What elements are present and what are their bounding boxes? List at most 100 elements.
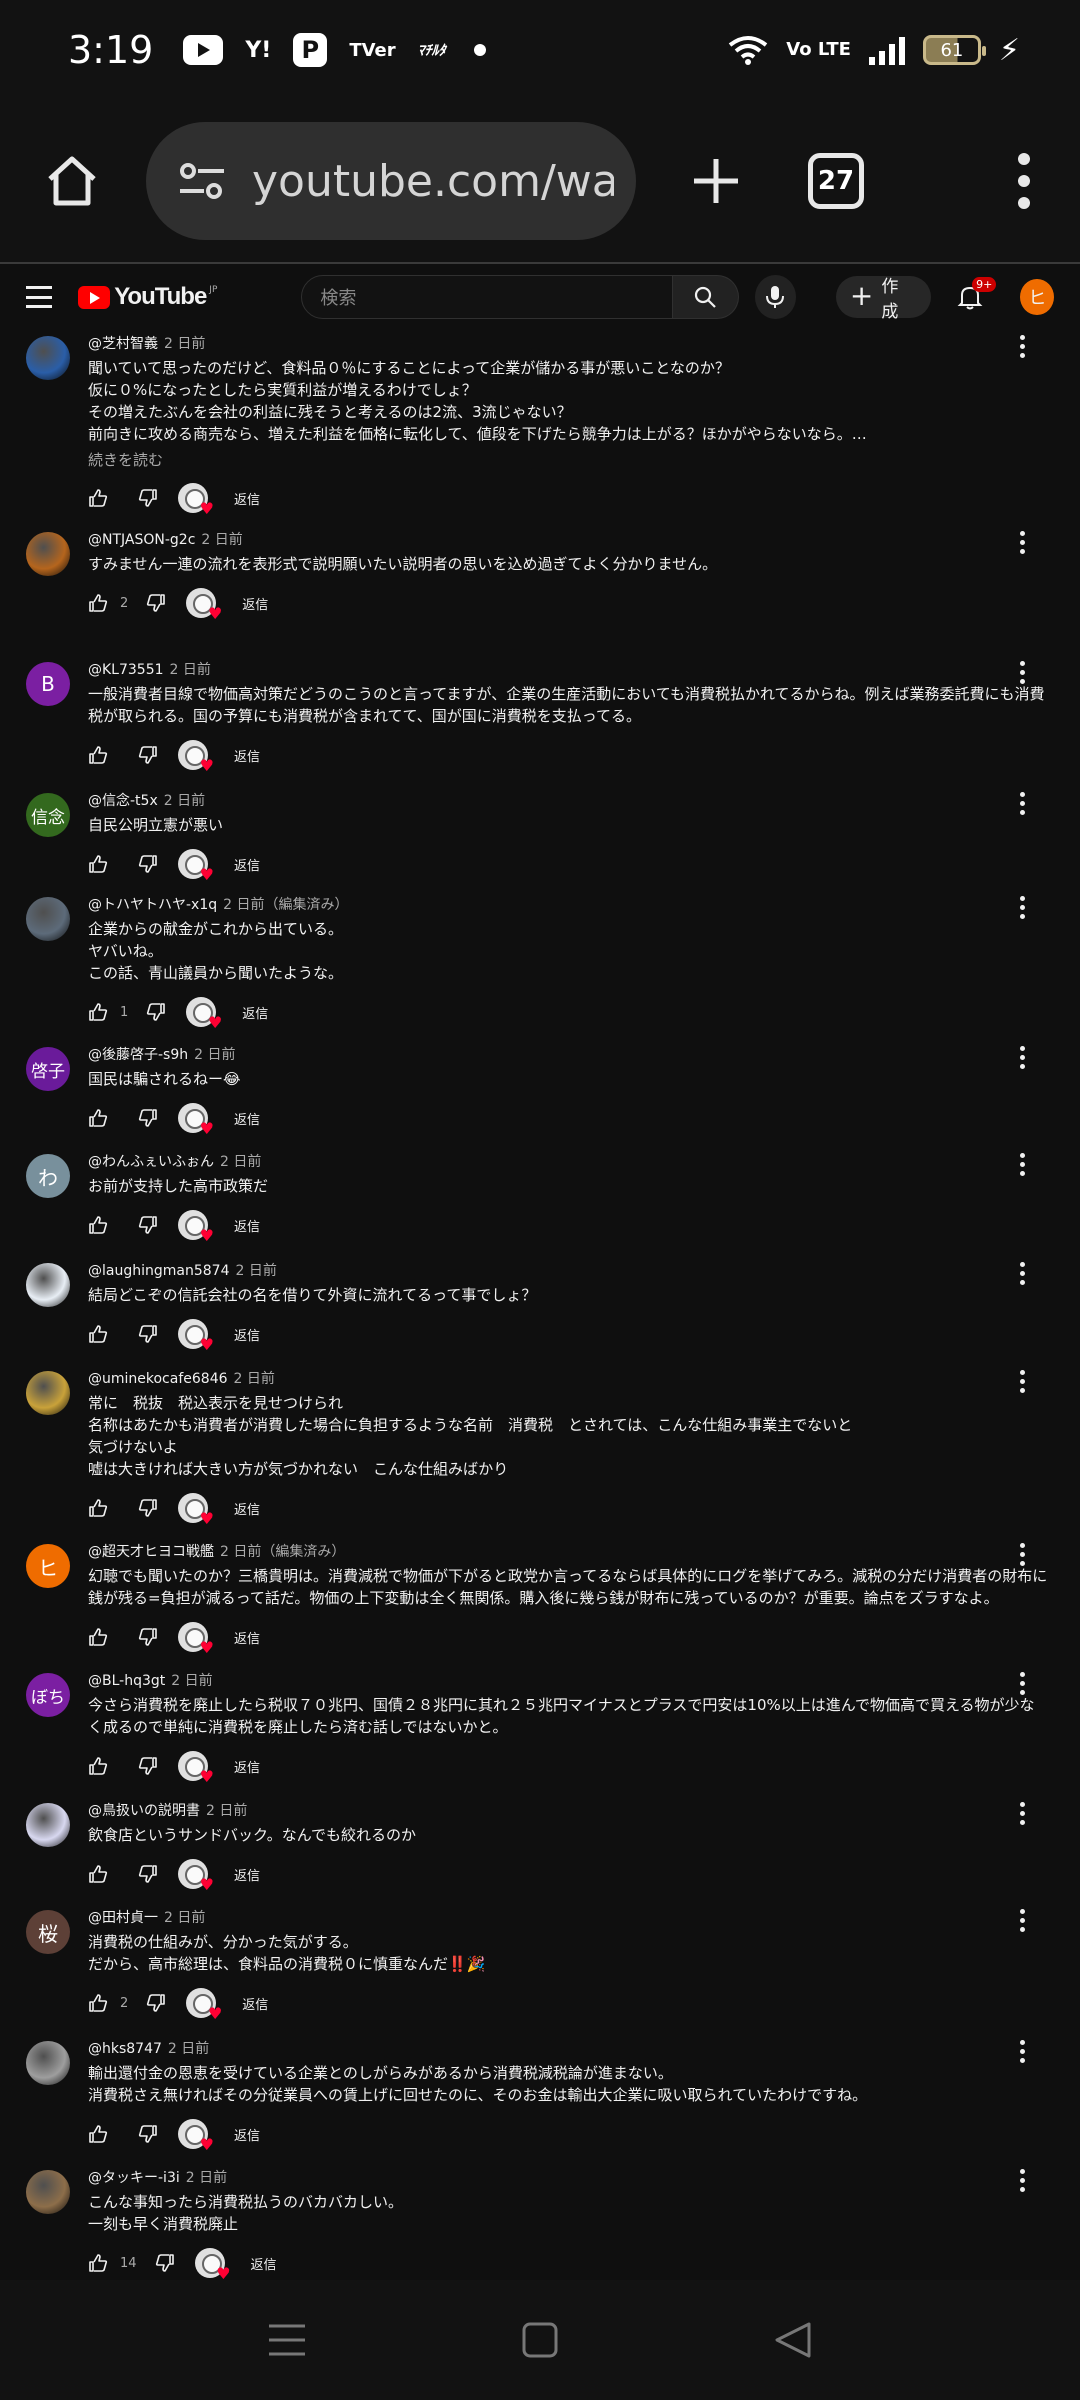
commenter-avatar[interactable] [26, 2041, 70, 2085]
reply-button[interactable]: 返信 [234, 489, 260, 508]
commenter-avatar[interactable] [26, 1263, 70, 1307]
reply-button[interactable]: 返信 [234, 1628, 260, 1647]
reply-button[interactable]: 返信 [234, 1325, 260, 1344]
like-icon[interactable] [88, 1324, 108, 1344]
reply-button[interactable]: 返信 [234, 2125, 260, 2144]
comment-author[interactable]: @トハヤトハヤ-x1q [88, 897, 217, 913]
home-button[interactable] [36, 145, 108, 217]
dislike-icon[interactable] [138, 1108, 158, 1128]
reply-button[interactable]: 返信 [234, 1865, 260, 1884]
like-icon[interactable] [88, 1498, 108, 1518]
like-icon[interactable] [88, 488, 108, 508]
comment-time[interactable]: 2 日前 [220, 1154, 261, 1170]
more-options-icon[interactable] [1012, 1540, 1032, 1568]
dislike-icon[interactable] [138, 2124, 158, 2144]
reply-button[interactable]: 返信 [234, 1757, 260, 1776]
like-icon[interactable] [88, 1756, 108, 1776]
home-nav-button[interactable] [510, 2310, 570, 2370]
comment-time[interactable]: 2 日前 [234, 1371, 275, 1387]
comment-author[interactable]: @芝村智義 [88, 336, 158, 352]
comment-time[interactable]: 2 日前 [206, 1803, 247, 1819]
reply-button[interactable]: 返信 [234, 746, 260, 765]
dislike-icon[interactable] [146, 593, 166, 613]
like-icon[interactable] [88, 593, 108, 613]
comment-time[interactable]: 2 日前 [164, 336, 205, 352]
more-options-icon[interactable] [1012, 332, 1032, 360]
notifications-button[interactable]: 9+ [949, 275, 997, 319]
more-options-icon[interactable] [1012, 789, 1032, 817]
dislike-icon[interactable] [138, 1864, 158, 1884]
like-icon[interactable] [88, 1108, 108, 1128]
comment-time[interactable]: 2 日前 [171, 1673, 212, 1689]
comment-author[interactable]: @信念-t5x [88, 793, 158, 809]
dislike-icon[interactable] [138, 1324, 158, 1344]
dislike-icon[interactable] [146, 1993, 166, 2013]
reply-button[interactable]: 返信 [242, 1003, 268, 1022]
search-input[interactable]: 検索 [301, 275, 674, 319]
reply-button[interactable]: 返信 [234, 1109, 260, 1128]
comment-time[interactable]: 2 日前（編集済み） [223, 897, 348, 913]
dislike-icon[interactable] [138, 854, 158, 874]
dislike-icon[interactable] [138, 745, 158, 765]
comment-time[interactable]: 2 日前（編集済み） [220, 1544, 345, 1560]
comment-time[interactable]: 2 日前 [164, 1910, 205, 1926]
dislike-icon[interactable] [138, 488, 158, 508]
more-options-icon[interactable] [1012, 1259, 1032, 1287]
voice-search-button[interactable] [754, 275, 796, 319]
dislike-icon[interactable] [138, 1627, 158, 1647]
commenter-avatar[interactable]: 信念 [26, 793, 70, 837]
more-options-icon[interactable] [1012, 2166, 1032, 2194]
more-options-icon[interactable] [1012, 1150, 1032, 1178]
hamburger-menu-icon[interactable] [26, 286, 53, 308]
like-icon[interactable] [88, 1215, 108, 1235]
reply-button[interactable]: 返信 [234, 1499, 260, 1518]
comment-author[interactable]: @わんふぇいふぉん [88, 1154, 214, 1170]
comment-time[interactable]: 2 日前 [170, 662, 211, 678]
commenter-avatar[interactable]: わ [26, 1154, 70, 1198]
dislike-icon[interactable] [138, 1756, 158, 1776]
commenter-avatar[interactable]: 啓子 [26, 1047, 70, 1091]
more-options-icon[interactable] [1012, 2037, 1032, 2065]
more-options-icon[interactable] [1012, 1043, 1032, 1071]
more-options-icon[interactable] [1012, 893, 1032, 921]
search-button[interactable] [673, 275, 739, 319]
back-button[interactable] [763, 2310, 823, 2370]
comment-time[interactable]: 2 日前 [186, 2170, 227, 2186]
commenter-avatar[interactable] [26, 1371, 70, 1415]
more-options-icon[interactable] [1012, 1367, 1032, 1395]
comment-author[interactable]: @超天才ヒヨコ戦艦 [88, 1544, 214, 1560]
like-icon[interactable] [88, 2253, 108, 2273]
like-icon[interactable] [88, 854, 108, 874]
like-icon[interactable] [88, 1002, 108, 1022]
comment-author[interactable]: @田村貞一 [88, 1910, 158, 1926]
recent-apps-button[interactable] [257, 2310, 317, 2370]
comment-author[interactable]: @鳥扱いの説明書 [88, 1803, 200, 1819]
comment-author[interactable]: @NTJASON-g2c [88, 532, 195, 548]
new-tab-button[interactable] [680, 145, 752, 217]
comment-author[interactable]: @後藤啓子-s9h [88, 1047, 188, 1063]
commenter-avatar[interactable] [26, 336, 70, 380]
commenter-avatar[interactable] [26, 532, 70, 576]
like-icon[interactable] [88, 2124, 108, 2144]
user-avatar[interactable]: ヒ [1020, 279, 1055, 315]
comment-author[interactable]: @uminekocafe6846 [88, 1371, 228, 1387]
tab-switcher-button[interactable]: 27 [808, 153, 864, 209]
commenter-avatar[interactable]: B [26, 662, 70, 706]
browser-menu-button[interactable] [1004, 145, 1044, 217]
commenter-avatar[interactable]: 桜 [26, 1910, 70, 1954]
like-icon[interactable] [88, 1627, 108, 1647]
more-options-icon[interactable] [1012, 1906, 1032, 1934]
create-button[interactable]: + 作成 [835, 276, 932, 322]
comment-time[interactable]: 2 日前 [235, 1263, 276, 1279]
dislike-icon[interactable] [138, 1215, 158, 1235]
comment-author[interactable]: @laughingman5874 [88, 1263, 229, 1279]
comment-time[interactable]: 2 日前 [194, 1047, 235, 1063]
address-bar[interactable]: youtube.com/wat [146, 122, 636, 240]
comment-time[interactable]: 2 日前 [168, 2041, 209, 2057]
comment-time[interactable]: 2 日前 [164, 793, 205, 809]
comment-author[interactable]: @KL73551 [88, 662, 164, 678]
like-icon[interactable] [88, 1864, 108, 1884]
reply-button[interactable]: 返信 [251, 2254, 277, 2273]
youtube-logo[interactable]: YouTube JP [78, 283, 217, 311]
commenter-avatar[interactable] [26, 2170, 70, 2214]
